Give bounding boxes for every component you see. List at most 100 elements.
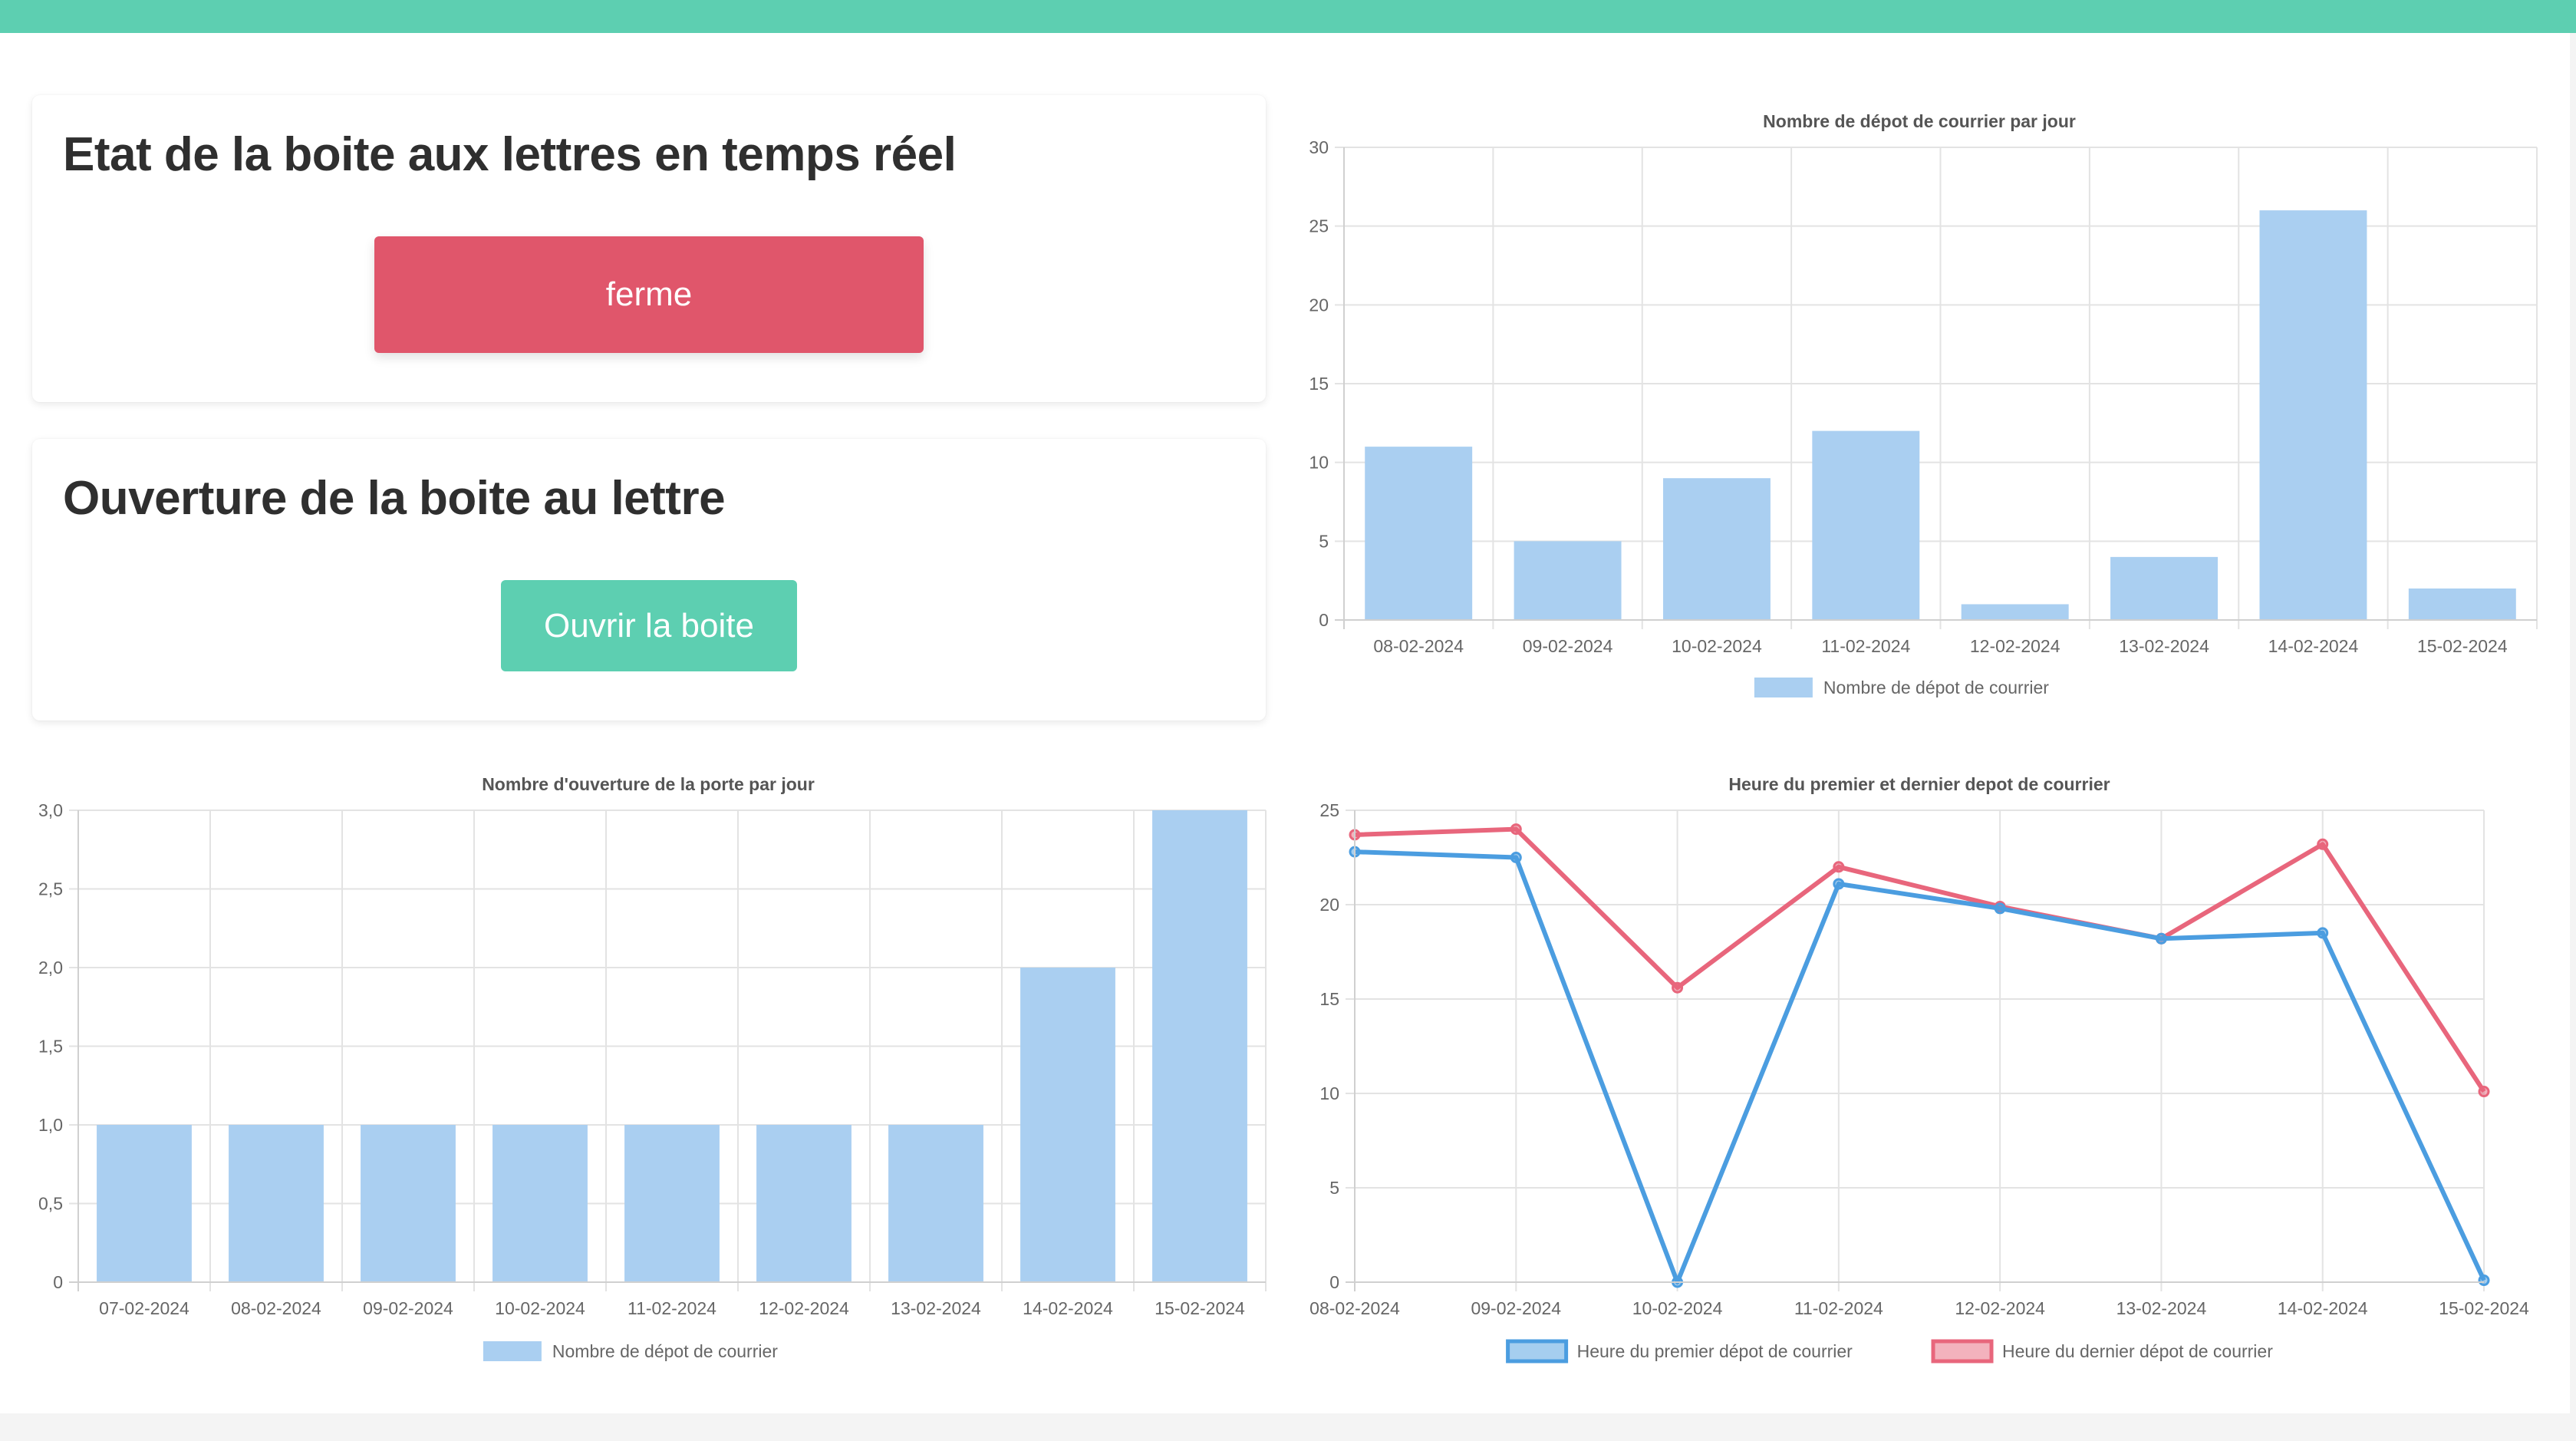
y-tick-label: 5 (1329, 1178, 1339, 1198)
point-13-02-2024 (2155, 932, 2167, 945)
chart-title: Heure du premier et dernier depot de cou… (1728, 774, 2110, 794)
x-tick-label: 12-02-2024 (1970, 636, 2060, 656)
bar-15-02-2024 (2408, 588, 2516, 620)
bar-13-02-2024 (2110, 556, 2219, 620)
point-09-02-2024 (1510, 823, 1522, 836)
y-tick-label: 0 (53, 1272, 63, 1292)
y-tick-label: 1,5 (38, 1037, 63, 1057)
bar-12-02-2024 (1961, 604, 2069, 620)
bar-11-02-2024 (1812, 430, 1920, 620)
y-tick-label: 15 (1319, 989, 1339, 1009)
legend-label: Nombre de dépot de courrier (552, 1341, 778, 1361)
point-10-02-2024 (1672, 981, 1684, 994)
openings-per-day-chart: Nombre d'ouverture de la porte par jour 0… (38, 774, 1267, 1361)
legend-label: Nombre de dépot de courrier (1823, 678, 2049, 697)
x-tick-label: 11-02-2024 (1821, 636, 1910, 656)
x-tick-label: 10-02-2024 (495, 1298, 585, 1318)
x-tick-label: 09-02-2024 (1523, 636, 1613, 656)
bar-14-02-2024 (2259, 210, 2367, 621)
x-tick-label: 13-02-2024 (2116, 1298, 2207, 1318)
x-tick-label: 14-02-2024 (1023, 1298, 1113, 1318)
point-09-02-2024 (1510, 852, 1522, 863)
page-bottom-strip (0, 1413, 2576, 1441)
bar-12-02-2024 (756, 1125, 852, 1282)
mailbox-status-label: ferme (605, 275, 693, 313)
legend-swatch (1754, 678, 1813, 697)
x-tick-label: 12-02-2024 (759, 1298, 849, 1318)
x-tick-label: 10-02-2024 (1632, 1298, 1723, 1318)
open-mailbox-label: Ouvrir la boite (544, 606, 754, 645)
y-tick-label: 20 (1309, 295, 1329, 315)
x-tick-label: 13-02-2024 (2119, 636, 2209, 656)
page-right-edge (2570, 33, 2576, 1441)
legend-label: Heure du premier dépot de courrier (1577, 1341, 1853, 1361)
y-tick-label: 30 (1309, 137, 1329, 157)
x-tick-label: 12-02-2024 (1955, 1298, 2045, 1318)
x-tick-label: 08-02-2024 (1309, 1298, 1400, 1318)
x-tick-label: 11-02-2024 (628, 1298, 716, 1318)
x-tick-label: 14-02-2024 (2278, 1298, 2368, 1318)
y-tick-label: 10 (1319, 1083, 1339, 1103)
point-14-02-2024 (2317, 838, 2329, 850)
bar-07-02-2024 (97, 1125, 192, 1282)
bar-08-02-2024 (229, 1125, 324, 1282)
y-tick-label: 5 (1319, 531, 1329, 551)
status-card-title: Etat de la boite aux lettres en temps ré… (63, 128, 957, 181)
y-tick-label: 0 (1329, 1272, 1339, 1292)
point-15-02-2024 (2478, 1086, 2490, 1098)
x-tick-label: 14-02-2024 (2268, 636, 2359, 656)
y-tick-label: 0 (1319, 610, 1329, 630)
legend-swatch (483, 1341, 542, 1361)
deposits-per-day-chart: Nombre de dépot de courrier par jour 0 5 10… (1309, 111, 2538, 697)
bar-09-02-2024 (1514, 541, 1622, 620)
bar-13-02-2024 (888, 1125, 983, 1282)
y-tick-label: 15 (1309, 374, 1329, 394)
top-accent-bar (0, 0, 2576, 33)
bar-15-02-2024 (1152, 810, 1247, 1282)
series-line (1354, 826, 2486, 1093)
x-tick-label: 15-02-2024 (2439, 1298, 2529, 1318)
chart-title: Nombre de dépot de courrier par jour (1763, 111, 2076, 131)
x-tick-label: 08-02-2024 (1373, 636, 1464, 656)
x-tick-label: 10-02-2024 (1672, 636, 1762, 656)
open-card-title: Ouverture de la boite au lettre (63, 472, 726, 525)
point-14-02-2024 (2317, 927, 2329, 939)
point-11-02-2024 (1833, 861, 1845, 873)
x-tick-label: 09-02-2024 (363, 1298, 453, 1318)
x-tick-label: 13-02-2024 (891, 1298, 981, 1318)
legend-label: Heure du dernier dépot de courrier (2002, 1341, 2273, 1361)
y-tick-label: 2,0 (38, 958, 63, 978)
y-tick-label: 10 (1309, 453, 1329, 473)
y-tick-label: 2,5 (38, 879, 63, 899)
y-tick-label: 1,0 (38, 1115, 63, 1135)
y-tick-label: 25 (1319, 800, 1339, 820)
mailbox-status-button[interactable]: ferme (374, 236, 924, 353)
chart-title: Nombre d'ouverture de la porte par jour (482, 774, 815, 794)
bar-11-02-2024 (624, 1125, 720, 1282)
first-last-deposit-hour-chart: Heure du premier et dernier depot de cou… (1309, 774, 2529, 1364)
y-tick-label: 25 (1309, 216, 1329, 236)
bar-09-02-2024 (361, 1125, 456, 1282)
status-card: Etat de la boite aux lettres en temps ré… (32, 95, 1266, 402)
series-line (1354, 849, 2486, 1284)
legend-swatch (1931, 1339, 1994, 1364)
x-tick-label: 15-02-2024 (2417, 636, 2508, 656)
bar-14-02-2024 (1020, 968, 1115, 1282)
y-tick-label: 3,0 (38, 800, 63, 820)
y-tick-label: 0,5 (38, 1194, 63, 1214)
open-mailbox-button[interactable]: Ouvrir la boite (501, 580, 797, 671)
point-11-02-2024 (1833, 878, 1845, 890)
y-tick-label: 20 (1319, 895, 1339, 915)
point-15-02-2024 (2478, 1274, 2490, 1287)
x-tick-label: 11-02-2024 (1794, 1298, 1883, 1318)
bar-10-02-2024 (1662, 478, 1771, 620)
x-tick-label: 09-02-2024 (1471, 1298, 1561, 1318)
legend-swatch (1506, 1339, 1569, 1364)
x-tick-label: 07-02-2024 (99, 1298, 189, 1318)
open-card: Ouverture de la boite au lettre Ouvrir l… (32, 439, 1266, 720)
bar-10-02-2024 (492, 1125, 588, 1282)
x-tick-label: 15-02-2024 (1155, 1298, 1245, 1318)
point-12-02-2024 (1994, 902, 2006, 915)
bar-08-02-2024 (1365, 447, 1473, 620)
x-tick-label: 08-02-2024 (231, 1298, 321, 1318)
